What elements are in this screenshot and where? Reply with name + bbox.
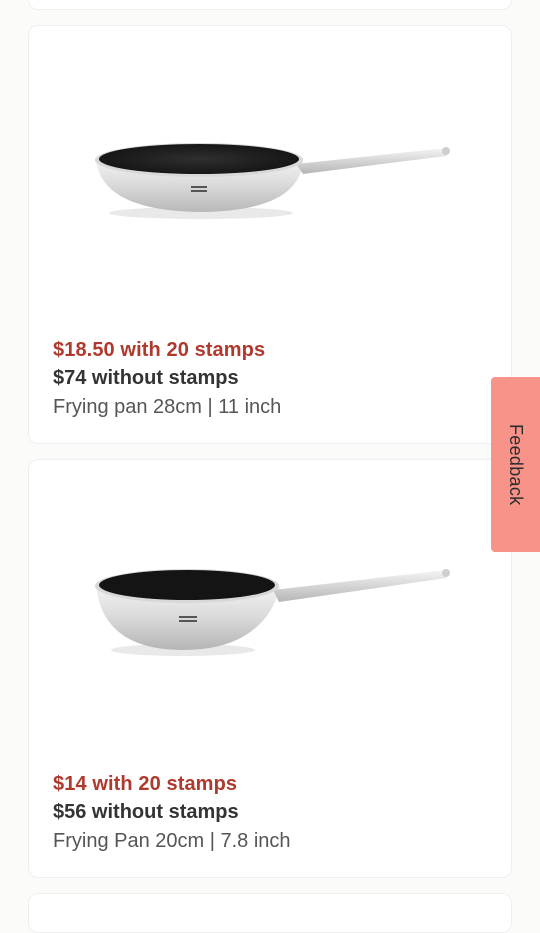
product-card[interactable]: $14 with 20 stamps $56 without stamps Fr… [28, 459, 512, 878]
price-without-stamps: $56 without stamps [53, 801, 239, 823]
price-with-stamps: $14 with 20 stamps [53, 773, 238, 795]
product-card-partial-bottom[interactable] [28, 893, 512, 933]
feedback-button[interactable]: Feedback [491, 377, 540, 552]
frying-pan-image [95, 569, 450, 656]
product-name: Frying pan 28cm | 11 inch [53, 396, 282, 418]
product-card[interactable]: $18.50 with 20 stamps $74 without stamps… [28, 25, 512, 444]
product-name: Frying Pan 20cm | 7.8 inch [53, 830, 291, 852]
price-with-stamps: $18.50 with 20 stamps [53, 339, 266, 361]
feedback-label: Feedback [506, 423, 526, 506]
product-card-partial-top[interactable] [28, 0, 512, 10]
frying-pan-image [95, 143, 450, 219]
price-without-stamps: $74 without stamps [53, 367, 239, 389]
